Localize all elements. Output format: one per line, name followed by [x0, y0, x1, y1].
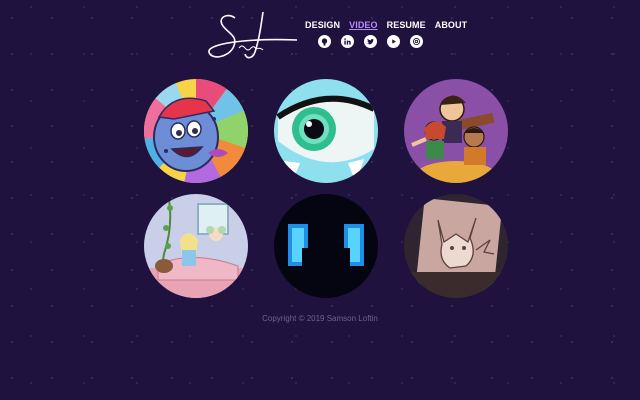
video-thumb-pikachu-drawing[interactable]: [404, 194, 508, 298]
video-thumb-bedroom-scene[interactable]: [144, 194, 248, 298]
video-thumb-group-characters[interactable]: [404, 79, 508, 183]
nav-resume[interactable]: RESUME: [387, 20, 426, 30]
main-nav: DESIGN VIDEO RESUME ABOUT: [305, 20, 467, 30]
youtube-icon[interactable]: [387, 35, 400, 48]
copyright-text: Copyright © 2019 Samson Loftin: [262, 314, 378, 323]
nav-about[interactable]: ABOUT: [435, 20, 468, 30]
nav-video[interactable]: VIDEO: [349, 20, 378, 30]
video-thumb-colorful-character[interactable]: [144, 79, 248, 183]
linkedin-icon[interactable]: [341, 35, 354, 48]
site-header: DESIGN VIDEO RESUME ABOUT: [0, 0, 640, 70]
video-thumb-dark-windows[interactable]: [274, 194, 378, 298]
social-links: [318, 35, 423, 48]
dribbble-icon[interactable]: [410, 35, 423, 48]
signature-logo[interactable]: [205, 8, 301, 64]
video-thumb-eye[interactable]: [274, 79, 378, 183]
nav-design[interactable]: DESIGN: [305, 20, 340, 30]
github-icon[interactable]: [318, 35, 331, 48]
twitter-icon[interactable]: [364, 35, 377, 48]
